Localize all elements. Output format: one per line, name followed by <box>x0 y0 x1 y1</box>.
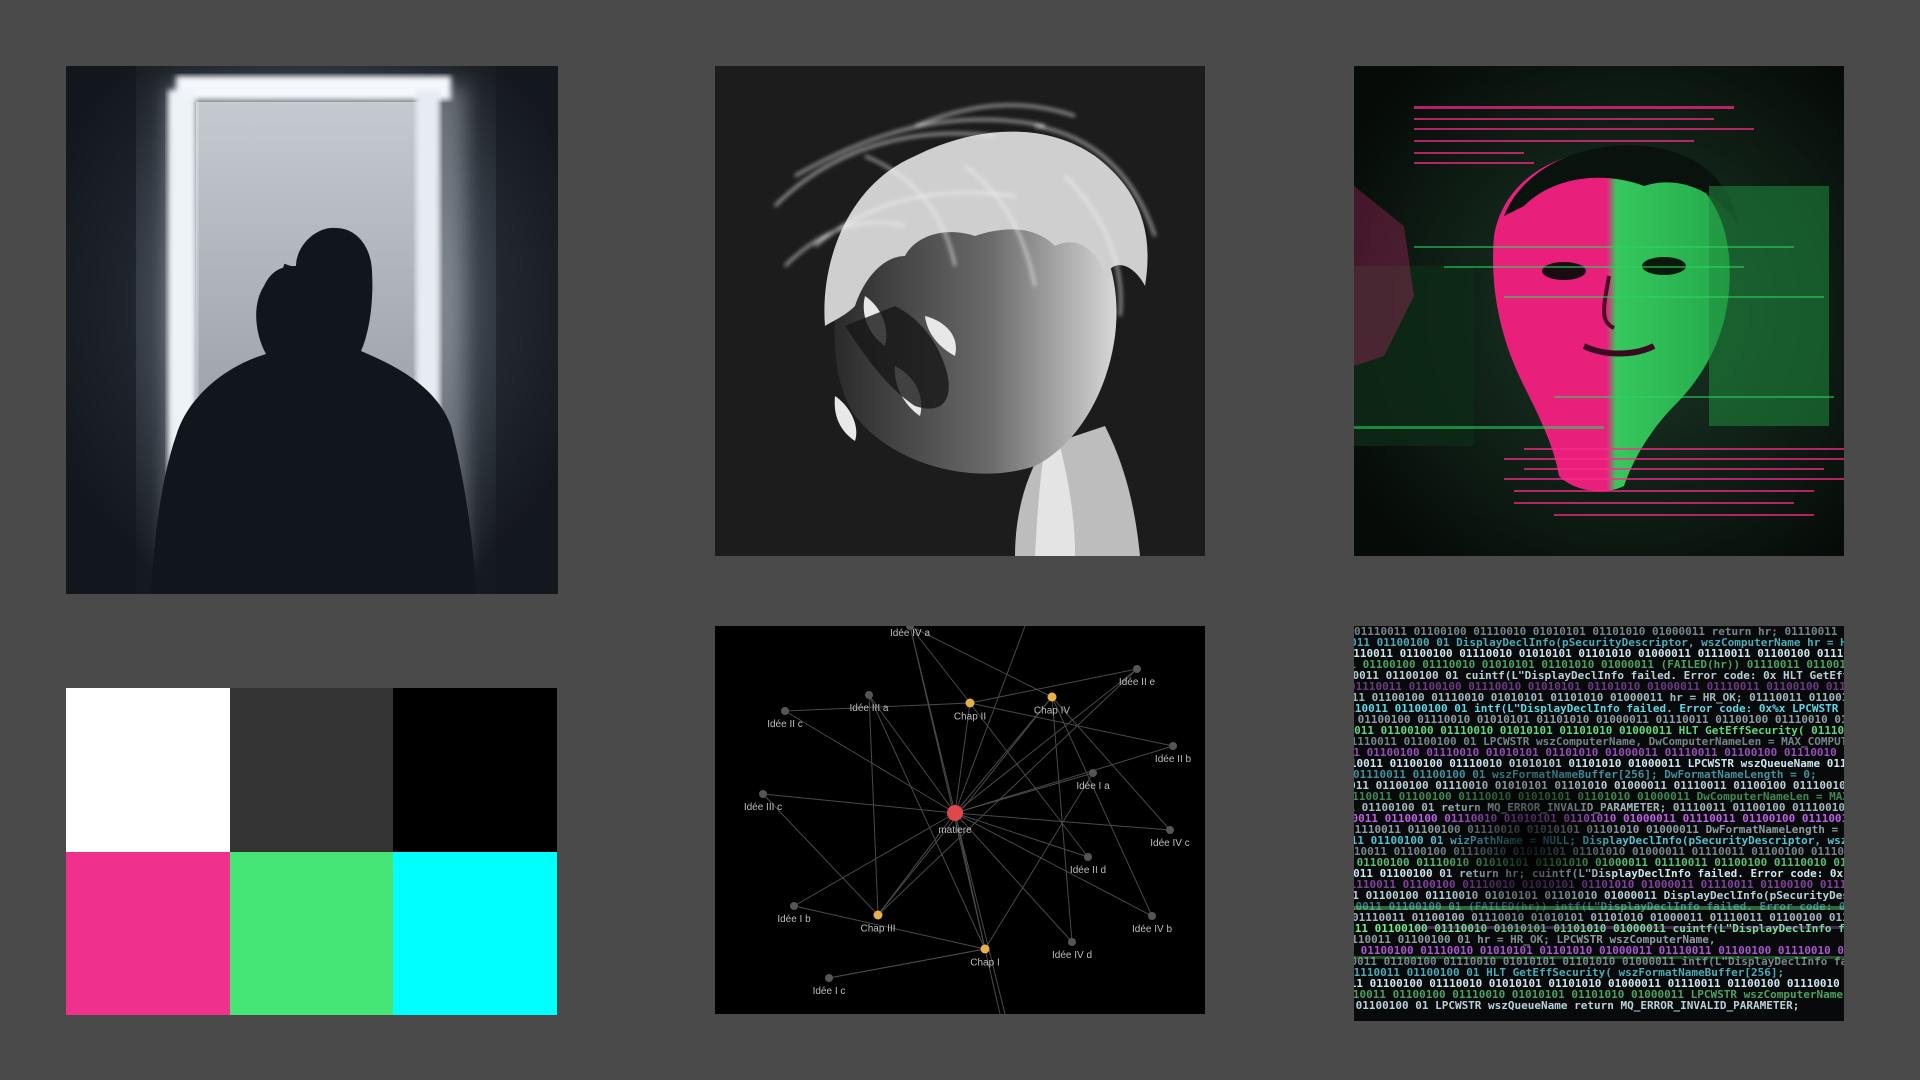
glitch-portrait-image <box>1354 66 1844 556</box>
graph-edge <box>954 812 1006 1014</box>
graph-idee-ii-e-label: Idée II e <box>1119 677 1156 688</box>
code-glitch-overlay <box>1354 706 1844 966</box>
silhouette-doorway-illustration <box>66 66 558 594</box>
graph-idee-i-a-node[interactable] <box>1089 769 1097 777</box>
silhouette-doorway-image <box>66 66 558 594</box>
graph-canvas: Idée IV a Idée III a Idée II c Idée II e Idé… <box>744 626 1192 1014</box>
graph-idee-i-c-node[interactable] <box>825 974 833 982</box>
graph-edge <box>954 745 1174 814</box>
graph-idee-ii-c-node[interactable] <box>781 707 789 715</box>
graph-view: Idée IV a Idée III a Idée II c Idée II e Idé… <box>715 626 1205 1014</box>
graph-idee-ii-d-label: Idée II d <box>1070 865 1106 876</box>
swatch-pink <box>66 851 230 1015</box>
graph-edge <box>868 694 986 950</box>
graph-idee-iii-a-node[interactable] <box>865 691 873 699</box>
graph-edge <box>954 812 1153 917</box>
graph-idee-iii-c-node[interactable] <box>759 790 767 798</box>
graph-chap-i-label: Chap I <box>970 958 999 969</box>
graph-idee-iii-c-label: Idée III c <box>744 802 782 813</box>
graph-idee-ii-b-label: Idée II b <box>1155 754 1192 765</box>
graph-edge <box>828 948 986 979</box>
swatch-white <box>66 688 230 852</box>
graph-edge <box>762 793 956 814</box>
graph-chap-ii-node[interactable] <box>965 698 975 708</box>
swatch-green <box>229 851 394 1015</box>
bw-portrait-illustration <box>715 66 1205 556</box>
graph-idee-iv-c-node[interactable] <box>1166 826 1174 834</box>
color-palette <box>66 688 557 1015</box>
graph-idee-i-c-label: Idée I c <box>813 986 846 997</box>
graph-idee-iv-b-label: Idée IV b <box>1132 924 1172 935</box>
graph-idee-iv-b-node[interactable] <box>1148 912 1156 920</box>
graph-idee-iv-a-label: Idée IV a <box>890 628 930 639</box>
graph-chap-iii-node[interactable] <box>873 910 883 920</box>
graph-chap-ii-label: Chap II <box>954 712 986 723</box>
graph-chap-i-node[interactable] <box>980 944 990 954</box>
graph-idee-ii-c-label: Idée II c <box>767 719 803 730</box>
swatch-cyan <box>393 851 557 1015</box>
graph-idee-i-b-label: Idée I b <box>777 914 811 925</box>
graph-idee-iv-d-node[interactable] <box>1068 938 1076 946</box>
graph-idee-iv-c-label: Idée IV c <box>1150 838 1189 849</box>
graph-chap-iii-label: Chap III <box>860 924 895 935</box>
graph-idee-iii-a-label: Idée III a <box>850 703 889 714</box>
graph-matiere-label: matiere <box>938 825 972 836</box>
graph-chap-iv-node[interactable] <box>1047 692 1057 702</box>
graph-idee-ii-b-node[interactable] <box>1169 742 1177 750</box>
graph-edge <box>909 626 1053 698</box>
code-glitch-image: 01110011 01100100 01110010 01010101 0110… <box>1354 626 1844 1021</box>
graph-idee-ii-e-node[interactable] <box>1133 665 1141 673</box>
graph-chap-iv-label: Chap IV <box>1034 706 1070 717</box>
bw-portrait-image <box>715 66 1205 556</box>
glitch-portrait-illustration <box>1354 66 1844 556</box>
graph-idee-i-b-node[interactable] <box>790 902 798 910</box>
swatch-dark-gray <box>229 688 394 852</box>
swatch-black <box>393 688 557 852</box>
graph-idee-iv-d-label: Idée IV d <box>1052 950 1092 961</box>
graph-edge <box>877 668 1138 916</box>
graph-matiere-node[interactable] <box>947 805 963 821</box>
graph-idee-ii-d-node[interactable] <box>1084 853 1092 861</box>
graph-idee-i-a-label: Idée I a <box>1076 781 1110 792</box>
